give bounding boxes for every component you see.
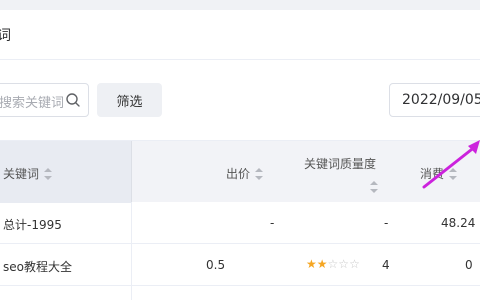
- keyword-table: 关键词 出价 关键词质量度 消费 总计-1995 - - 48.24 seo教程…: [0, 140, 480, 300]
- bid-cell: 0.5: [206, 258, 226, 272]
- star-filled-icon: ★: [316, 257, 328, 271]
- column-label-bid: 出价: [226, 167, 251, 181]
- star-empty-icon: ☆: [327, 257, 339, 271]
- spend-cell: 48.24: [441, 216, 476, 230]
- column-label-keyword: 关键词: [3, 167, 40, 181]
- sort-icon[interactable]: [44, 167, 53, 180]
- column-header-keyword[interactable]: 关键词: [3, 165, 53, 182]
- column-label-quality: 关键词质量度: [303, 157, 376, 171]
- column-header-quality[interactable]: 关键词质量度: [300, 155, 380, 193]
- quality-cell: 4: [382, 258, 390, 272]
- date-value: 2022/09/05: [402, 92, 480, 108]
- sort-icon[interactable]: [370, 181, 378, 193]
- quality-stars: ★★☆☆☆: [306, 257, 360, 271]
- table-row: seo教程大全 0.5 ★★☆☆☆ 4 0: [0, 244, 480, 286]
- quality-cell: -: [384, 216, 389, 230]
- star-empty-icon: ☆: [338, 257, 350, 271]
- filter-button[interactable]: 筛选: [97, 83, 162, 117]
- column-header-spend[interactable]: 消费: [420, 165, 458, 182]
- search-placeholder: 搜索关键词: [0, 96, 65, 111]
- column-label-spend: 消费: [420, 167, 445, 181]
- spend-cell: 0: [465, 258, 473, 272]
- fixed-column-cell: [0, 286, 132, 300]
- keyword-cell: seo教程大全: [3, 260, 72, 274]
- table-row: 总计-1995 - - 48.24: [0, 202, 480, 244]
- table-header: 关键词 出价 关键词质量度 消费: [0, 140, 480, 203]
- sort-icon[interactable]: [255, 167, 264, 180]
- star-filled-icon: ★: [306, 257, 317, 271]
- top-bar: [0, 0, 480, 10]
- sort-icon[interactable]: [449, 167, 458, 180]
- search-icon[interactable]: [65, 92, 81, 108]
- table-row: [0, 286, 480, 300]
- star-empty-icon: ☆: [349, 257, 360, 271]
- keyword-cell: 总计-1995: [3, 218, 62, 232]
- page-title: 词: [0, 28, 11, 44]
- bid-cell: -: [270, 216, 275, 230]
- keyword-search-input[interactable]: 搜索关键词: [0, 83, 89, 117]
- column-header-bid[interactable]: 出价: [226, 165, 264, 182]
- page-header: 词: [0, 10, 480, 60]
- date-picker[interactable]: 2022/09/05: [389, 83, 480, 117]
